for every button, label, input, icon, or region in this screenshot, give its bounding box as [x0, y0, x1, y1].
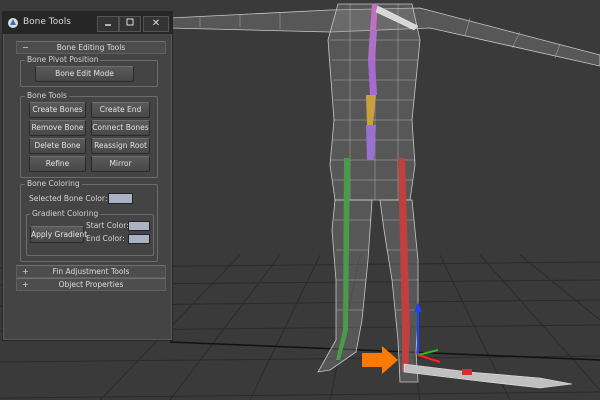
selected-bone-color-label: Selected Bone Color: — [29, 194, 108, 203]
start-color-swatch[interactable] — [128, 221, 150, 231]
create-bones-button[interactable]: Create Bones — [29, 102, 86, 118]
rollout-fin-adjustment-tools[interactable]: + Fin Adjustment Tools — [16, 265, 166, 278]
title-bar[interactable]: Bone Tools ✕ — [3, 12, 172, 34]
foot-bone-marker — [462, 369, 472, 375]
rollout-object-properties[interactable]: + Object Properties — [16, 278, 166, 291]
create-end-button[interactable]: Create End — [91, 102, 150, 118]
group-label-bone-pivot: Bone Pivot Position — [25, 55, 101, 64]
mirror-button[interactable]: Mirror — [91, 156, 150, 172]
restore-icon — [126, 18, 134, 26]
group-label-bone-tools: Bone Tools — [25, 91, 69, 100]
bone-tools-window[interactable]: Bone Tools ✕ − Bone Editing Tools Bone P… — [2, 11, 173, 341]
group-label-gradient-coloring: Gradient Coloring — [30, 209, 101, 218]
delete-bone-button[interactable]: Delete Bone — [29, 138, 86, 154]
rollout-bone-editing-tools[interactable]: − Bone Editing Tools — [16, 41, 166, 54]
window-title: Bone Tools — [23, 17, 71, 27]
close-button[interactable]: ✕ — [143, 16, 169, 32]
refine-button[interactable]: Refine — [29, 156, 86, 172]
minimize-button[interactable] — [97, 16, 119, 32]
rollout-title: Bone Editing Tools — [56, 43, 126, 52]
max-logo-icon — [8, 18, 18, 28]
start-color-label: Start Color: — [86, 221, 129, 230]
bone-edit-mode-button[interactable]: Bone Edit Mode — [35, 66, 134, 82]
expand-icon: + — [22, 267, 29, 276]
rollout-title: Object Properties — [58, 280, 124, 289]
expand-icon: + — [22, 280, 29, 289]
collapse-icon: − — [22, 43, 29, 52]
apply-gradient-button[interactable]: Apply Gradient — [30, 226, 87, 243]
end-color-label: End Color: — [86, 234, 125, 243]
group-label-bone-coloring: Bone Coloring — [25, 179, 82, 188]
end-color-swatch[interactable] — [128, 234, 150, 244]
restore-button[interactable] — [119, 16, 141, 32]
minimize-icon — [105, 24, 111, 26]
reassign-root-button[interactable]: Reassign Root — [91, 138, 150, 154]
close-icon: ✕ — [151, 18, 161, 29]
rollout-title: Fin Adjustment Tools — [52, 267, 130, 276]
remove-bone-button[interactable]: Remove Bone — [29, 120, 86, 136]
connect-bones-button[interactable]: Connect Bones — [91, 120, 150, 136]
selected-bone-color-swatch[interactable] — [108, 193, 133, 204]
